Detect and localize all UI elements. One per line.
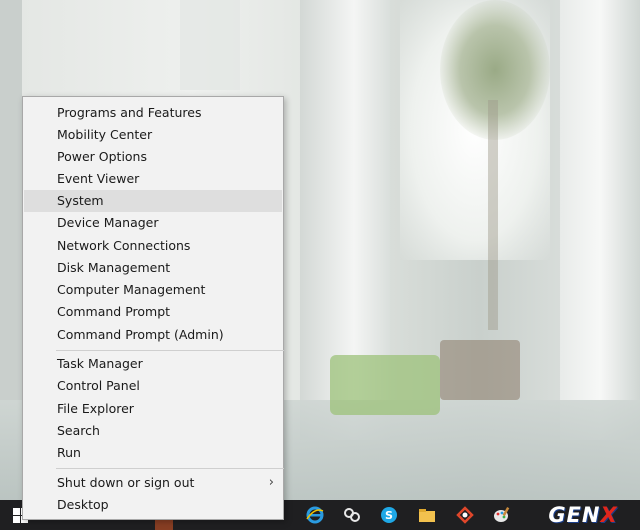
menu-item-programs-and-features[interactable]: Programs and Features: [24, 102, 282, 124]
menu-item-disk-management[interactable]: Disk Management: [24, 257, 282, 279]
menu-item-device-manager[interactable]: Device Manager: [24, 212, 282, 234]
app-icon[interactable]: [453, 503, 477, 527]
menu-item-system[interactable]: System: [24, 190, 282, 212]
paint-icon[interactable]: [490, 503, 514, 527]
wallpaper-column: [560, 0, 640, 440]
menu-item-power-options[interactable]: Power Options: [24, 146, 282, 168]
menu-item-search[interactable]: Search: [24, 420, 282, 442]
menu-item-event-viewer[interactable]: Event Viewer: [24, 168, 282, 190]
watermark-text: GEN: [548, 503, 601, 527]
menu-separator: [56, 350, 284, 351]
menu-item-network-connections[interactable]: Network Connections: [24, 235, 282, 257]
quick-link-menu: Programs and Features Mobility Center Po…: [22, 96, 284, 520]
wallpaper-trunk: [488, 100, 498, 330]
skype-icon[interactable]: S: [377, 503, 401, 527]
wallpaper-bench: [440, 340, 520, 400]
menu-item-command-prompt[interactable]: Command Prompt: [24, 301, 282, 323]
menu-item-file-explorer[interactable]: File Explorer: [24, 398, 282, 420]
menu-item-shut-down-or-sign-out[interactable]: Shut down or sign out ›: [24, 472, 282, 494]
network-icon[interactable]: [340, 503, 364, 527]
menu-item-control-panel[interactable]: Control Panel: [24, 375, 282, 397]
folder-icon[interactable]: [415, 503, 439, 527]
menu-item-label: Shut down or sign out: [57, 475, 195, 490]
svg-text:S: S: [385, 509, 393, 522]
watermark-x: X: [600, 503, 618, 527]
genk-watermark-logo: GENX: [528, 502, 638, 528]
menu-item-task-manager[interactable]: Task Manager: [24, 353, 282, 375]
chevron-right-icon: ›: [268, 475, 274, 490]
wallpaper-planter: [330, 355, 440, 415]
menu-item-mobility-center[interactable]: Mobility Center: [24, 124, 282, 146]
menu-item-computer-management[interactable]: Computer Management: [24, 279, 282, 301]
wallpaper-pillar: [180, 0, 240, 90]
menu-item-command-prompt-admin[interactable]: Command Prompt (Admin): [24, 324, 282, 346]
menu-separator: [56, 468, 284, 469]
menu-item-run[interactable]: Run: [24, 442, 282, 464]
menu-item-desktop[interactable]: Desktop: [24, 494, 282, 516]
internet-explorer-icon[interactable]: [303, 503, 327, 527]
